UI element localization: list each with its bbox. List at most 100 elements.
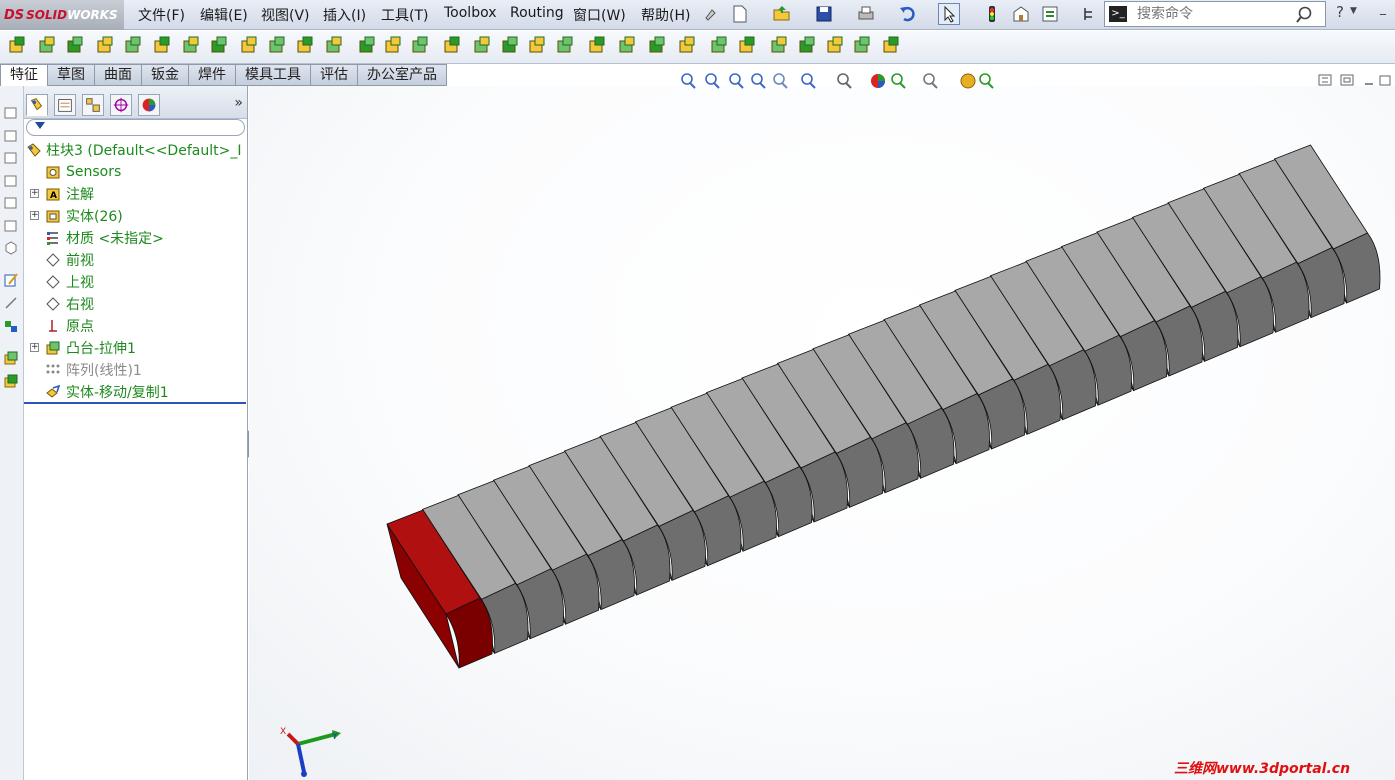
tab-features[interactable]: 特征 bbox=[0, 64, 48, 86]
property-manager-tab-icon[interactable] bbox=[54, 94, 76, 116]
tree-item-top-plane[interactable]: 上视 bbox=[24, 271, 247, 293]
draft-icon[interactable] bbox=[241, 36, 257, 53]
configuration-manager-tab-icon[interactable] bbox=[82, 94, 104, 116]
split-line-icon[interactable] bbox=[529, 36, 545, 53]
freeform-icon[interactable] bbox=[771, 36, 787, 53]
view-left-icon[interactable] bbox=[3, 149, 19, 165]
new-document-icon[interactable] bbox=[730, 4, 750, 24]
deform-icon[interactable] bbox=[799, 36, 815, 53]
tree-item-right-plane[interactable]: 右视 bbox=[24, 293, 247, 315]
boundary-boss-icon[interactable] bbox=[125, 36, 141, 53]
maximize-viewport-icon[interactable] bbox=[1378, 73, 1392, 87]
circular-pattern-icon[interactable] bbox=[412, 36, 428, 53]
mirror-icon[interactable] bbox=[444, 36, 460, 53]
view-right-icon[interactable] bbox=[3, 172, 19, 188]
view-top-icon[interactable] bbox=[3, 194, 19, 210]
file-properties-icon[interactable] bbox=[1011, 4, 1031, 24]
linear-pattern-icon[interactable] bbox=[385, 36, 401, 53]
search-icon[interactable] bbox=[1295, 6, 1313, 24]
tile-viewport-icon[interactable] bbox=[1318, 73, 1332, 87]
swept-boss-icon[interactable] bbox=[67, 36, 83, 53]
tree-item-front-plane[interactable]: 前视 bbox=[24, 249, 247, 271]
feature-works-icon[interactable] bbox=[883, 36, 899, 53]
pillar-block-model[interactable] bbox=[249, 86, 1395, 780]
view-isometric-icon[interactable] bbox=[3, 239, 19, 255]
tree-filter-input[interactable] bbox=[26, 119, 245, 136]
extruded-boss-icon[interactable] bbox=[9, 36, 25, 53]
extruded-cut-icon[interactable] bbox=[3, 373, 19, 389]
tree-item-origin[interactable]: 原点 bbox=[24, 315, 247, 337]
tree-item-material[interactable]: 材质 <未指定> bbox=[24, 227, 247, 249]
minimize-viewport-icon[interactable] bbox=[1362, 73, 1376, 87]
search-commands-box[interactable]: >_ bbox=[1104, 1, 1326, 27]
extruded-boss-icon[interactable] bbox=[3, 350, 19, 366]
indent-icon[interactable] bbox=[619, 36, 635, 53]
tree-item-annotations[interactable]: + A 注解 bbox=[24, 183, 247, 205]
expand-toggle-icon[interactable]: + bbox=[30, 343, 39, 352]
tab-sheet-metal[interactable]: 钣金 bbox=[142, 64, 189, 86]
menu-toolbox[interactable]: Toolbox bbox=[444, 5, 497, 21]
menu-window[interactable]: 窗口(W) bbox=[573, 5, 626, 25]
expand-toggle-icon[interactable]: + bbox=[30, 211, 39, 220]
help-dropdown-chevron-icon[interactable]: ▼ bbox=[1350, 6, 1357, 16]
restore-viewport-icon[interactable] bbox=[1340, 73, 1354, 87]
revolved-boss-icon[interactable] bbox=[39, 36, 55, 53]
dimxpert-manager-tab-icon[interactable] bbox=[110, 94, 132, 116]
fillet-icon[interactable] bbox=[154, 36, 170, 53]
options-icon[interactable] bbox=[1040, 4, 1060, 24]
rebuild-traffic-light-icon[interactable] bbox=[982, 4, 1002, 24]
menu-edit[interactable]: 编辑(E) bbox=[200, 5, 248, 25]
rib-icon[interactable] bbox=[211, 36, 227, 53]
display-relations-icon[interactable] bbox=[3, 318, 19, 334]
select-pointer-icon[interactable] bbox=[938, 3, 960, 25]
wrap-icon[interactable] bbox=[297, 36, 313, 53]
pin-icon[interactable] bbox=[700, 4, 720, 24]
save-icon[interactable] bbox=[814, 4, 834, 24]
expand-toggle-icon[interactable]: + bbox=[30, 189, 39, 198]
move-face-icon[interactable] bbox=[649, 36, 665, 53]
lofted-boss-icon[interactable] bbox=[97, 36, 113, 53]
menu-tools[interactable]: 工具(T) bbox=[381, 5, 428, 25]
search-commands-input[interactable] bbox=[1137, 6, 1282, 22]
tab-surfaces[interactable]: 曲面 bbox=[95, 64, 142, 86]
menu-routing[interactable]: Routing bbox=[510, 5, 564, 21]
curves-icon[interactable] bbox=[502, 36, 518, 53]
instant3d-icon[interactable] bbox=[827, 36, 843, 53]
tree-item-sensors[interactable]: Sensors bbox=[24, 161, 247, 183]
view-front-icon[interactable] bbox=[3, 104, 19, 120]
open-folder-icon[interactable] bbox=[772, 4, 792, 24]
rapid-sketch-icon[interactable] bbox=[854, 36, 870, 53]
tab-weldments[interactable]: 焊件 bbox=[189, 64, 236, 86]
rollback-bar[interactable] bbox=[24, 402, 246, 404]
tab-office-products[interactable]: 办公室产品 bbox=[358, 64, 447, 86]
tree-item-boss-extrude[interactable]: + 凸台-拉伸1 bbox=[24, 337, 247, 359]
combine-icon[interactable] bbox=[557, 36, 573, 53]
feature-manager-tree-tab-icon[interactable] bbox=[26, 94, 48, 116]
display-manager-tab-icon[interactable] bbox=[138, 94, 160, 116]
flex-icon[interactable] bbox=[739, 36, 755, 53]
intersect-icon[interactable] bbox=[589, 36, 605, 53]
shell-icon[interactable] bbox=[269, 36, 285, 53]
view-bottom-icon[interactable] bbox=[3, 217, 19, 233]
smart-dimension-icon[interactable] bbox=[3, 295, 19, 311]
dome-icon[interactable] bbox=[326, 36, 342, 53]
tab-sketch[interactable]: 草图 bbox=[48, 64, 95, 86]
menu-view[interactable]: 视图(V) bbox=[261, 5, 310, 25]
help-question-icon[interactable]: ? bbox=[1336, 3, 1344, 21]
window-minimize-icon[interactable]: _ bbox=[1380, 1, 1386, 15]
tree-item-linear-pattern[interactable]: 阵列(线性)1 bbox=[24, 359, 247, 381]
menu-insert[interactable]: 插入(I) bbox=[323, 5, 366, 25]
delete-face-icon[interactable] bbox=[679, 36, 695, 53]
reference-geometry-icon[interactable] bbox=[474, 36, 490, 53]
hole-wizard-icon[interactable] bbox=[359, 36, 375, 53]
chamfer-icon[interactable] bbox=[183, 36, 199, 53]
menu-file[interactable]: 文件(F) bbox=[138, 5, 185, 25]
scale-icon[interactable] bbox=[711, 36, 727, 53]
expand-panel-chevron-icon[interactable]: » bbox=[234, 95, 243, 111]
tree-item-move-copy-body[interactable]: 实体-移动/复制1 bbox=[24, 381, 247, 403]
tree-root-part[interactable]: 柱块3 (Default<<Default>_I bbox=[24, 139, 247, 161]
sketch-icon[interactable] bbox=[3, 272, 19, 288]
print-icon[interactable] bbox=[856, 4, 876, 24]
customize-menu-icon[interactable] bbox=[1080, 4, 1100, 24]
tab-evaluate[interactable]: 评估 bbox=[311, 64, 358, 86]
